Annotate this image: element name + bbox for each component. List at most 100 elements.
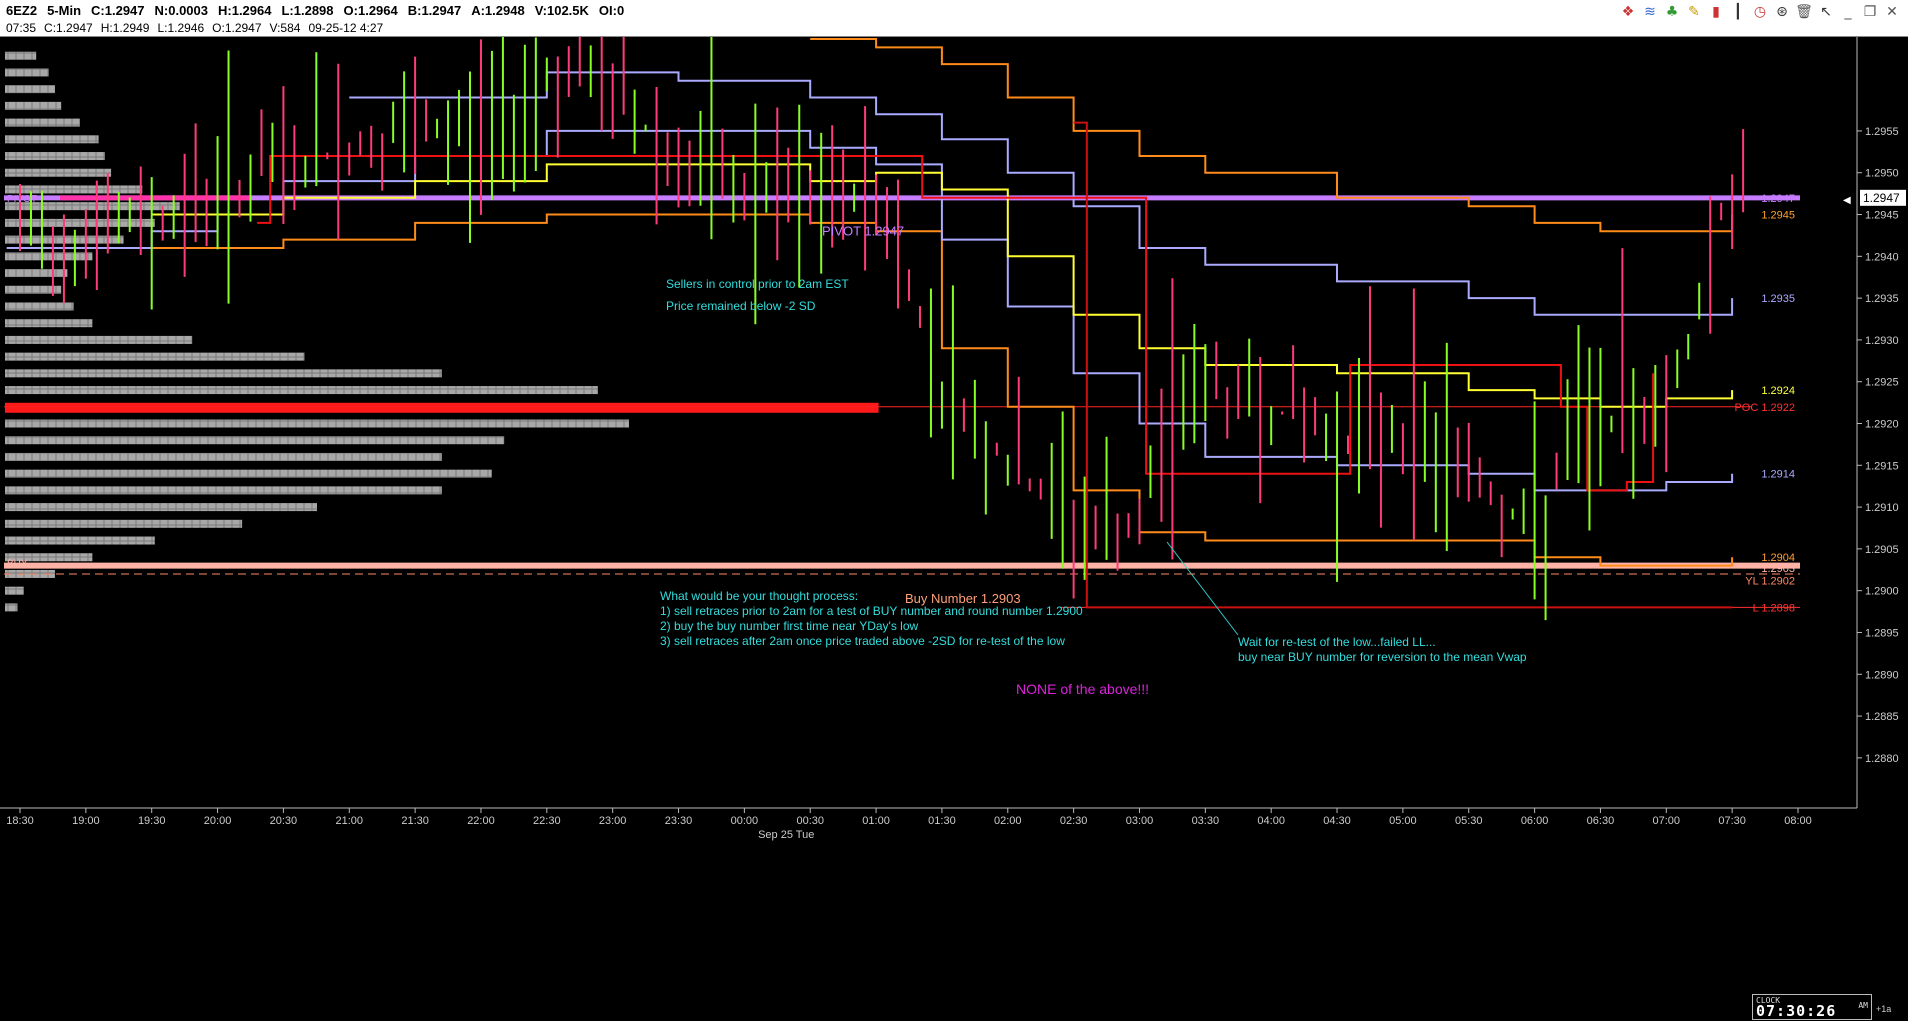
bar-open: O:1.2947 (212, 21, 262, 35)
interval-label: 5-Min (47, 3, 82, 18)
volume-profile-bar (5, 101, 62, 110)
price-tick-label: 1.2915 (1865, 460, 1899, 472)
price-tick-label: 1.2895 (1865, 627, 1899, 639)
volume-profile-bar (5, 352, 305, 361)
volume-profile-bar (5, 218, 155, 227)
bar-close: C:1.2947 (44, 21, 93, 35)
volume-profile-bar (5, 51, 37, 60)
volume-profile-bar (5, 68, 49, 77)
annotation-text: 3) sell retraces after 2am once price tr… (660, 634, 1065, 648)
bar-time: 07:35 (6, 21, 37, 35)
annotation-text: Sellers in control prior to 2am EST (666, 277, 849, 291)
volume-profile-bar (5, 269, 68, 278)
price-tick-label: 1.2940 (1865, 251, 1899, 263)
volume-profile-bar (5, 135, 99, 144)
volume-profile-bar (5, 603, 18, 612)
bar-volume: V:584 (269, 21, 301, 35)
yday-low-label: YL 1.2902 (1745, 576, 1795, 588)
price-tick-label: 1.2925 (1865, 377, 1899, 389)
pencil-icon[interactable]: ✎ (1684, 2, 1704, 22)
price-tick-label: 1.2900 (1865, 586, 1899, 598)
volume-profile-bar (5, 419, 629, 428)
band-label: 1.2924 (1761, 385, 1795, 397)
time-tick-label: 03:30 (1192, 815, 1220, 827)
pivot-right-label: 1.2947 (1761, 193, 1795, 205)
volume-profile-bar (5, 118, 80, 127)
time-tick-label: 21:30 (401, 815, 429, 827)
time-tick-label: 06:00 (1521, 815, 1549, 827)
price-tick-label: 1.2920 (1865, 419, 1899, 431)
time-tick-label: 08:00 (1784, 815, 1812, 827)
time-tick-label: 20:00 (204, 815, 232, 827)
bid-value: B:1.2947 (407, 3, 462, 18)
bar-high: H:1.2949 (100, 21, 150, 35)
time-tick-label: 06:30 (1587, 815, 1615, 827)
time-tick-label: 18:30 (6, 815, 34, 827)
volume-profile-bar (5, 519, 243, 528)
annotation-text: 1) sell retraces prior to 2am for a test… (660, 604, 1083, 618)
time-tick-label: 07:00 (1653, 815, 1681, 827)
annotation-text: Wait for re-test of the low...failed LL.… (1238, 635, 1436, 649)
trash-icon[interactable]: 🗑 (1794, 2, 1814, 22)
bar-info: 07:35 C:1.2947 H:1.2949 L:1.2946 O:1.294… (6, 21, 383, 35)
time-tick-label: 02:00 (994, 815, 1022, 827)
volume-profile-bar (5, 335, 193, 344)
volume-profile-bar (5, 536, 155, 545)
time-tick-label: 02:30 (1060, 815, 1088, 827)
stopwatch-icon[interactable]: ⊛ (1772, 2, 1792, 22)
price-tick-label: 1.2910 (1865, 502, 1899, 514)
time-tick-label: 19:30 (138, 815, 166, 827)
pivot-left-label: PIVOT (7, 194, 37, 205)
tree-icon[interactable]: ♣ (1662, 2, 1682, 22)
volume-value: V:102.5K (534, 3, 589, 18)
volume-profile-bar (5, 402, 879, 413)
volume-profile-bar (5, 152, 105, 161)
chart-toolbar: ❖ ≋ ♣ ✎ ▮ ┃ ◷ ⊛ 🗑 ↖ _ ❐ ✕ (1618, 2, 1902, 22)
clock-icon[interactable]: ◷ (1750, 2, 1770, 22)
layers-icon[interactable]: ❖ (1618, 2, 1638, 22)
open-interest-value: OI:0 (598, 3, 625, 18)
volume-profile-bar (5, 168, 112, 177)
poc-right-label: POC 1.2922 (1734, 402, 1795, 414)
band-label: 1.2935 (1761, 293, 1795, 305)
buy-left-label: BUY (7, 559, 28, 570)
band-label: 1.2904 (1761, 552, 1795, 564)
time-tick-label: 23:00 (599, 815, 627, 827)
time-tick-label: 01:00 (862, 815, 890, 827)
minimize-icon[interactable]: _ (1838, 2, 1858, 22)
time-axis-bg (0, 809, 1908, 1021)
volume-profile-bar (5, 503, 317, 512)
chart-title-bar: 6EZ2 5-Min C:1.2947 N:0.0003 H:1.2964 L:… (0, 0, 1908, 37)
bar-chart-icon[interactable]: ▮ (1706, 2, 1726, 22)
date-label: Sep 25 Tue (758, 829, 814, 841)
restore-icon[interactable]: ❐ (1860, 2, 1880, 22)
time-tick-label: 20:30 (270, 815, 298, 827)
cursor-icon[interactable]: ↖ (1816, 2, 1836, 22)
volume-profile-bar (5, 486, 442, 495)
price-chart[interactable]: 1.2955 1.2950 1.2945 1.2940 1.2935 1.2930 1.29… (0, 37, 1908, 1021)
volume-profile-bar (5, 185, 143, 194)
waves-icon[interactable]: ≋ (1640, 2, 1660, 22)
net-value: N:0.0003 (154, 3, 208, 18)
price-tick-label: 1.2945 (1865, 210, 1899, 222)
time-tick-label: 05:30 (1455, 815, 1483, 827)
high-value: H:1.2964 (218, 3, 272, 18)
annotation-text: What would be your thought process: (660, 589, 858, 603)
low-value: L:1.2898 (281, 3, 334, 18)
band-label: 1.2914 (1761, 469, 1795, 481)
clock-time: 07:30:26 (1756, 1002, 1837, 1020)
close-icon[interactable]: ✕ (1882, 2, 1902, 22)
volume-profile-bar (5, 452, 442, 461)
price-tick-label: 1.2890 (1865, 669, 1899, 681)
price-tick-label: 1.2905 (1865, 544, 1899, 556)
open-value: O:1.2964 (343, 3, 398, 18)
candle-icon[interactable]: ┃ (1728, 2, 1748, 22)
price-tick-label: 1.2885 (1865, 711, 1899, 723)
volume-profile-bar (5, 586, 24, 595)
clock-widget: CLOCK 07:30:26 AM (1752, 994, 1872, 1020)
price-tick-label: 1.2935 (1865, 293, 1899, 305)
last-price-label: 1.2947 (1863, 191, 1900, 205)
price-tick-label: 1.2950 (1865, 168, 1899, 180)
annotation-text: NONE of the above!!! (1016, 681, 1149, 697)
volume-profile-bar (5, 302, 74, 311)
